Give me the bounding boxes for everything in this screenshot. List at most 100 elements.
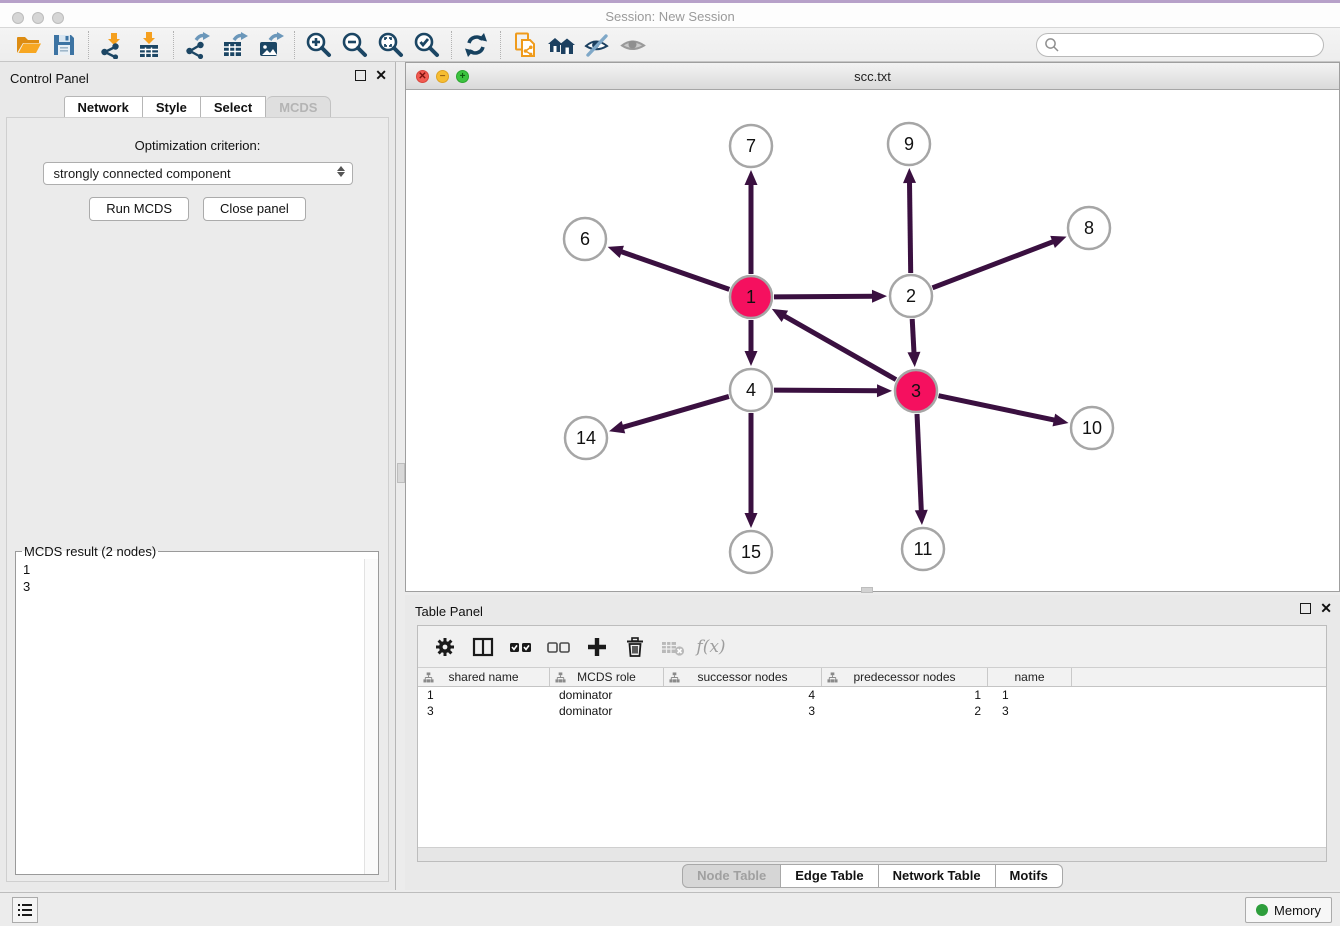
edge-arrowhead <box>745 170 758 185</box>
criterion-select[interactable]: strongly connected component <box>43 162 353 185</box>
zoom-selected-button[interactable] <box>409 30 445 60</box>
graph-edge-3-11[interactable] <box>917 414 921 513</box>
graph-edge-2-3[interactable] <box>912 319 914 355</box>
first-neighbors-button[interactable] <box>543 30 579 60</box>
table-cell[interactable]: 3 <box>418 703 550 719</box>
table-settings-button[interactable] <box>426 629 464 665</box>
export-network-button[interactable] <box>180 30 216 60</box>
toolbar-separator <box>500 31 501 59</box>
edge-arrowhead <box>608 246 624 258</box>
memory-status-icon <box>1256 904 1268 916</box>
float-table-panel-icon[interactable] <box>1300 603 1311 614</box>
task-history-button[interactable] <box>12 897 38 923</box>
select-arrows-icon <box>337 166 345 177</box>
column-label: successor nodes <box>697 670 787 684</box>
close-panel-button[interactable]: Close panel <box>203 197 306 221</box>
import-network-button[interactable] <box>95 30 131 60</box>
node-label-1: 1 <box>746 287 756 307</box>
column-header-name[interactable]: name <box>988 668 1072 686</box>
table-cell[interactable]: 3 <box>664 703 822 719</box>
export-image-button[interactable] <box>252 30 288 60</box>
table-cell[interactable]: 1 <box>418 687 550 703</box>
add-column-button[interactable] <box>578 629 616 665</box>
tab-edge-table[interactable]: Edge Table <box>781 864 878 888</box>
column-header-predecessor-nodes[interactable]: predecessor nodes <box>822 668 988 686</box>
table-cell[interactable]: 1 <box>988 687 1072 703</box>
memory-button[interactable]: Memory <box>1245 897 1332 923</box>
titlebar: Session: New Session <box>0 0 1340 28</box>
column-header-successor-nodes[interactable]: successor nodes <box>664 668 822 686</box>
search-field[interactable] <box>1036 33 1324 57</box>
export-table-icon <box>220 31 248 59</box>
delete-column-button[interactable] <box>616 629 654 665</box>
edge-arrowhead <box>915 510 928 525</box>
table-cell[interactable]: 4 <box>664 687 822 703</box>
graph-edge-3-10[interactable] <box>939 396 1057 421</box>
eye-slash-icon <box>583 31 611 59</box>
table-cell[interactable]: 2 <box>822 703 988 719</box>
tab-network-table[interactable]: Network Table <box>879 864 996 888</box>
panel-splitter-handle[interactable] <box>397 463 405 483</box>
select-all-icon <box>508 636 534 658</box>
column-header-MCDS-role[interactable]: MCDS role <box>550 668 664 686</box>
graph-edge-1-2[interactable] <box>774 296 875 297</box>
graph-edge-2-8[interactable] <box>932 241 1055 288</box>
float-panel-icon[interactable] <box>355 70 366 81</box>
column-header-shared-name[interactable]: shared name <box>418 668 550 686</box>
table-cell[interactable]: dominator <box>550 703 664 719</box>
table-horizontal-scrollbar[interactable] <box>418 847 1326 861</box>
zoom-out-button[interactable] <box>337 30 373 60</box>
import-network-icon <box>99 31 127 59</box>
select-all-button[interactable] <box>502 629 540 665</box>
run-mcds-button[interactable]: Run MCDS <box>89 197 189 221</box>
hide-selected-button[interactable] <box>579 30 615 60</box>
table-row[interactable]: 3dominator323 <box>418 703 1326 719</box>
delete-table-button[interactable] <box>654 629 692 665</box>
fx-icon: f(x) <box>696 637 725 657</box>
result-scrollbar[interactable] <box>364 559 378 874</box>
table-cell[interactable]: dominator <box>550 687 664 703</box>
graph-edge-4-14[interactable] <box>621 396 729 428</box>
open-file-button[interactable] <box>10 30 46 60</box>
zoom-fit-button[interactable] <box>373 30 409 60</box>
close-table-panel-icon[interactable]: ✕ <box>1320 603 1332 614</box>
close-panel-icon[interactable]: ✕ <box>375 70 387 81</box>
tab-node-table[interactable]: Node Table <box>682 864 781 888</box>
clone-network-button[interactable] <box>507 30 543 60</box>
deselect-all-icon <box>546 636 572 658</box>
save-session-button[interactable] <box>46 30 82 60</box>
search-input[interactable] <box>1036 33 1324 57</box>
show-columns-button[interactable] <box>464 629 502 665</box>
table-cell[interactable]: 3 <box>988 703 1072 719</box>
deselect-all-button[interactable] <box>540 629 578 665</box>
table-header-row: shared nameMCDS role successor nodes prede… <box>418 668 1326 687</box>
import-table-button[interactable] <box>131 30 167 60</box>
function-builder-button[interactable]: f(x) <box>692 629 730 665</box>
graph-edge-1-6[interactable] <box>619 251 729 290</box>
eye-icon <box>619 31 647 59</box>
tab-motifs[interactable]: Motifs <box>996 864 1063 888</box>
graph-edge-3-1[interactable] <box>782 315 896 380</box>
node-table: shared nameMCDS role successor nodes prede… <box>418 668 1326 847</box>
mcds-result-list: 13 <box>16 559 378 874</box>
zoom-in-button[interactable] <box>301 30 337 60</box>
table-row[interactable]: 1dominator411 <box>418 687 1326 703</box>
refresh-icon <box>462 31 490 59</box>
graph-edge-4-3[interactable] <box>774 390 880 391</box>
refresh-button[interactable] <box>458 30 494 60</box>
trash-icon <box>624 636 646 658</box>
list-icon <box>16 901 34 919</box>
window-resize-handle[interactable] <box>861 587 873 593</box>
show-all-button[interactable] <box>615 30 651 60</box>
edge-arrowhead <box>745 351 758 366</box>
graph-edge-2-9[interactable] <box>909 180 910 273</box>
edge-arrowhead <box>745 513 758 528</box>
main-toolbar <box>0 28 1340 62</box>
table-cell[interactable]: 1 <box>822 687 988 703</box>
export-table-button[interactable] <box>216 30 252 60</box>
search-icon <box>1044 37 1060 53</box>
node-label-3: 3 <box>911 381 921 401</box>
network-canvas[interactable]: 1234678910111415 <box>406 90 1339 591</box>
toolbar-separator <box>173 31 174 59</box>
open-folder-icon <box>14 31 42 59</box>
